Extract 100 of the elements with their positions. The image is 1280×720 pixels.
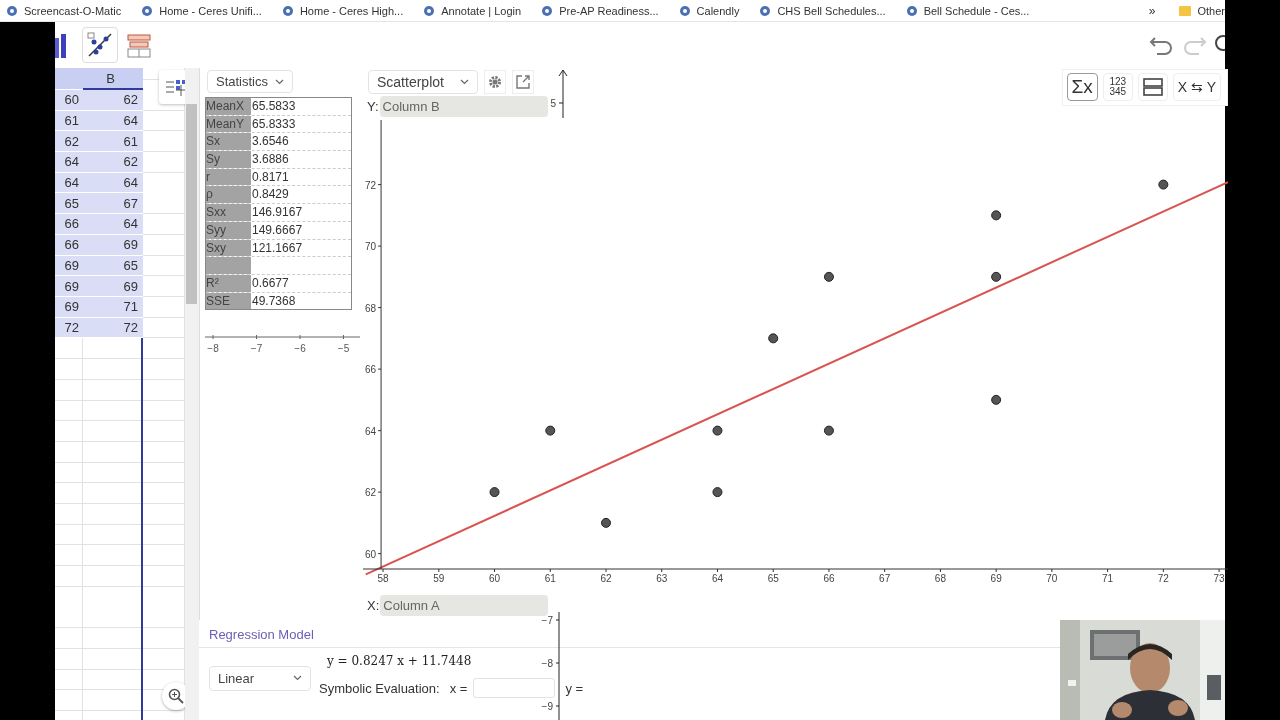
bookmark-link[interactable]: Calendly [672, 4, 748, 17]
stat-label: MeanX [206, 98, 251, 115]
data-point [489, 487, 500, 498]
zoom-button[interactable] [162, 682, 185, 710]
table-cell[interactable]: 62 [83, 90, 143, 111]
axis-tick-label: 65 [767, 573, 779, 584]
source-field[interactable]: Column B [379, 96, 548, 117]
bookmark-link[interactable]: Home - Ceres Unifi... [135, 4, 270, 17]
bookmark-link[interactable]: Annotate | Login [417, 4, 530, 17]
stat-value: 65.5833 [251, 98, 297, 115]
stat-label: Sxx [206, 204, 251, 221]
table-cell[interactable]: 64 [83, 172, 143, 194]
stat-label: ρ [206, 186, 251, 204]
bar-chart-icon[interactable] [55, 32, 68, 58]
axis-tick-label: 68 [934, 573, 946, 584]
table-cell[interactable]: 62 [55, 131, 83, 153]
empty-cell [206, 257, 251, 274]
axis-tick-label: 72 [364, 179, 377, 191]
scatter-plot-icon[interactable] [82, 27, 118, 63]
scrollbar-thumb[interactable] [186, 104, 197, 304]
table-cell[interactable]: 64 [55, 152, 83, 173]
table-cell[interactable]: 72 [83, 317, 143, 339]
site-icon [905, 4, 918, 17]
site-icon [281, 4, 294, 17]
table-cell[interactable]: 69 [55, 255, 83, 277]
more-bookmarks-button[interactable]: » [1148, 3, 1156, 18]
data-point [712, 425, 723, 436]
axis-tick-label: 72 [1157, 573, 1169, 584]
site-icon [423, 4, 436, 17]
table-cell[interactable]: 65 [83, 255, 143, 277]
stat-label: r [206, 168, 251, 186]
table-cell[interactable]: 69 [83, 276, 143, 297]
statistics-dropdown[interactable]: Statistics [207, 70, 293, 93]
table-cell[interactable]: 64 [55, 172, 83, 194]
axis-tick-label: 5 [550, 98, 556, 109]
bookmark-link[interactable]: CHS Bell Schedules... [753, 4, 894, 17]
input-field[interactable] [473, 678, 556, 698]
table-cell[interactable]: 60 [55, 90, 83, 111]
table-cell[interactable]: 66 [55, 234, 83, 256]
table-cell[interactable]: 69 [83, 234, 143, 256]
stat-label: Sx [206, 133, 251, 151]
export-button[interactable] [512, 70, 534, 94]
data-point [768, 333, 779, 344]
table-style-icon [164, 77, 185, 97]
site-icon [678, 4, 691, 17]
layout-button[interactable] [1137, 73, 1168, 101]
table-cell[interactable]: 65 [55, 193, 83, 215]
bookmark-link[interactable]: Bell Schedule - Ces... [899, 4, 1038, 17]
table-cell[interactable]: 71 [83, 296, 143, 318]
undo-icon[interactable] [1149, 34, 1175, 56]
table-cell[interactable]: 62 [83, 152, 143, 173]
stat-value: 146.9167 [251, 204, 304, 221]
data-point [712, 487, 723, 498]
axis-tick-label: 66 [823, 573, 835, 584]
source-field[interactable]: Column A [380, 594, 549, 616]
site-icon [541, 4, 554, 17]
table-cell[interactable]: 72 [55, 317, 83, 339]
folder-icon [1179, 5, 1192, 16]
plot-type-dropdown[interactable]: Scatterplot [368, 70, 478, 94]
axis-tick-label: 67 [879, 573, 891, 584]
bookmark-link[interactable]: Home - Ceres High... [275, 4, 412, 17]
bookmark-link[interactable]: Screencast-O-Matic [0, 4, 130, 17]
caret-icon [460, 79, 469, 85]
axis-tick-label: 59 [433, 573, 445, 584]
stat-label: Sxy [206, 239, 251, 257]
axis-tick-label: 68 [364, 302, 377, 314]
axis-tick-label: 64 [711, 573, 724, 584]
stat-value: 3.6546 [251, 133, 290, 151]
other-bookmarks-link[interactable]: Other [1173, 4, 1225, 17]
axis-tick-label: 69 [990, 573, 1002, 584]
data-point [991, 394, 1002, 405]
table-cell[interactable]: 66 [55, 214, 83, 235]
swap-axes-button[interactable]: X ⇆ Y [1172, 73, 1221, 101]
axis-tick-label: 62 [600, 573, 612, 584]
axis-tick-label: 71 [1102, 573, 1114, 584]
table-cell[interactable]: 64 [83, 110, 143, 132]
table-cell[interactable]: 61 [55, 110, 83, 132]
layout-icon [1142, 78, 1163, 96]
data-point [545, 425, 556, 436]
column-header[interactable]: B [83, 68, 143, 90]
table-cell[interactable]: 69 [55, 276, 83, 297]
axis-tick-label: 63 [656, 573, 668, 584]
model-dropdown[interactable]: Linear [209, 665, 311, 691]
statistics-button[interactable]: Σx [1066, 73, 1098, 101]
caret-icon [275, 78, 284, 85]
axis-label: X: [367, 597, 380, 613]
settings-button[interactable] [484, 70, 506, 94]
table-cell[interactable]: 67 [83, 193, 143, 215]
table-cell[interactable]: 61 [83, 131, 143, 153]
stat-label: MeanY [206, 115, 251, 133]
data-point [601, 517, 611, 528]
data-table-button[interactable]: 123 345 [1102, 73, 1133, 101]
data-point [991, 271, 1002, 282]
axis-tick-label: 58 [377, 573, 389, 584]
bookmark-link[interactable]: Pre-AP Readiness... [535, 4, 667, 17]
table-cell[interactable]: 64 [83, 214, 143, 235]
axis-tick-label: 64 [364, 425, 377, 437]
field-label: y = [565, 680, 584, 696]
background-axis [558, 69, 568, 119]
table-cell[interactable]: 69 [55, 296, 83, 318]
